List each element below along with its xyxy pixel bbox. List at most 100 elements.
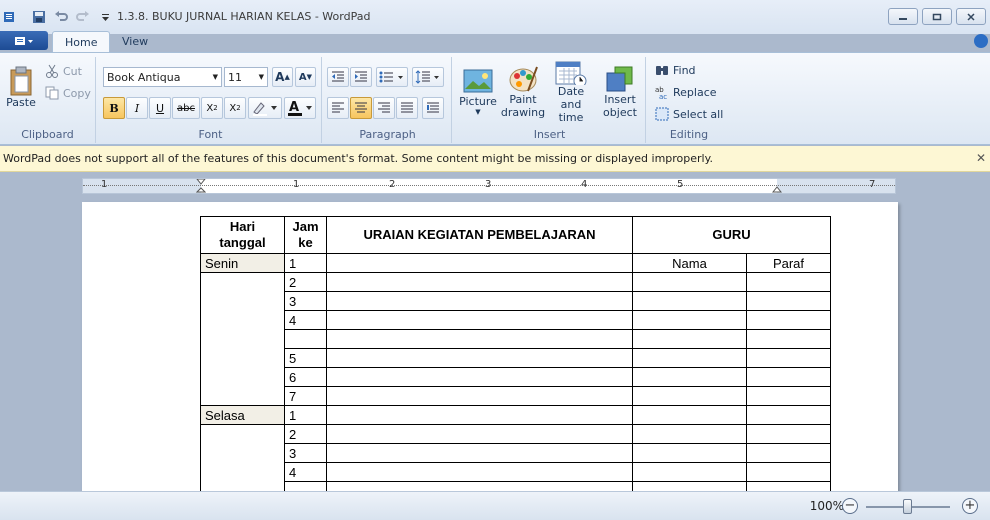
paraf-cell bbox=[746, 310, 831, 330]
align-right-icon[interactable] bbox=[373, 97, 395, 119]
tab-home[interactable]: Home bbox=[52, 31, 111, 52]
select-all-icon bbox=[655, 107, 669, 121]
justify-icon[interactable] bbox=[396, 97, 418, 119]
calendar-clock-icon bbox=[555, 61, 587, 85]
ribbon-tabs: Home View bbox=[0, 30, 990, 52]
picture-button[interactable]: Picture ▼ bbox=[456, 59, 500, 125]
ruler-mark: 2 bbox=[389, 179, 396, 190]
compatibility-infobar: WordPad does not support all of the feat… bbox=[0, 146, 990, 172]
grow-font-icon[interactable]: A ▲ bbox=[272, 67, 293, 87]
jam-cell: 7 bbox=[284, 386, 327, 406]
minimize-button[interactable] bbox=[888, 8, 918, 25]
bullets-icon[interactable] bbox=[376, 67, 408, 87]
find-button[interactable]: Find bbox=[654, 61, 697, 79]
chevron-down-icon: ▼ bbox=[475, 107, 481, 116]
close-icon[interactable]: ✕ bbox=[976, 151, 986, 165]
insert-group: Picture ▼ Paint drawing Date and time In… bbox=[454, 57, 646, 143]
highlighter-icon bbox=[253, 102, 277, 116]
jam-cell: 2 bbox=[284, 272, 327, 292]
chevron-down-icon: ▼ bbox=[212, 73, 218, 81]
quick-access-toolbar bbox=[0, 8, 118, 26]
paragraph-group-label: Paragraph bbox=[359, 128, 416, 141]
line-spacing-icon[interactable] bbox=[412, 67, 444, 87]
nama-cell bbox=[632, 424, 747, 444]
zoom-in-button[interactable]: + bbox=[962, 498, 978, 514]
jam-cell bbox=[284, 481, 327, 491]
text-color-icon: A bbox=[288, 100, 312, 116]
customize-toolbar-icon[interactable] bbox=[96, 8, 114, 26]
nama-cell bbox=[632, 462, 747, 482]
paraf-cell bbox=[746, 462, 831, 482]
maximize-button[interactable] bbox=[922, 8, 952, 25]
binoculars-icon bbox=[656, 66, 668, 75]
copy-button[interactable]: Copy bbox=[44, 85, 92, 101]
paragraph-settings-icon[interactable] bbox=[422, 97, 444, 119]
ruler-mark: 1 bbox=[101, 179, 108, 190]
day-span-cell bbox=[200, 272, 285, 406]
font-group: Book Antiqua ▼ 11 ▼ A ▲ A ▼ B I U abc X2 X2 … bbox=[100, 57, 322, 143]
help-icon[interactable] bbox=[974, 34, 988, 48]
day-cell: Selasa bbox=[200, 405, 285, 425]
date-time-button[interactable]: Date and time bbox=[546, 59, 596, 125]
select-all-button[interactable]: Select all bbox=[654, 105, 724, 123]
indent-marker-icon[interactable] bbox=[196, 179, 206, 195]
svg-text:A: A bbox=[289, 100, 299, 115]
subscript-button[interactable]: X2 bbox=[201, 97, 223, 119]
cut-button[interactable]: Cut bbox=[44, 63, 83, 79]
superscript-button[interactable]: X2 bbox=[224, 97, 246, 119]
scissors-icon bbox=[46, 64, 58, 78]
application-menu-button[interactable] bbox=[0, 31, 48, 50]
editing-group: Find ab ac Replace Select all Editing bbox=[648, 57, 730, 143]
align-left-icon[interactable] bbox=[327, 97, 349, 119]
uraian-cell bbox=[326, 462, 633, 482]
paint-drawing-button[interactable]: Paint drawing bbox=[501, 59, 545, 125]
header-paraf: Paraf bbox=[746, 253, 831, 273]
text-color-button[interactable]: A bbox=[284, 97, 316, 119]
save-icon[interactable] bbox=[30, 8, 48, 26]
shrink-font-icon[interactable]: A ▼ bbox=[295, 67, 316, 87]
undo-icon[interactable] bbox=[52, 8, 70, 26]
status-bar: 100% − + bbox=[0, 491, 990, 520]
increase-indent-icon[interactable] bbox=[350, 67, 372, 87]
jam-cell: 6 bbox=[284, 367, 327, 387]
replace-button[interactable]: ab ac Replace bbox=[654, 83, 718, 101]
jam-cell: 1 bbox=[284, 253, 327, 273]
clipboard-group-label: Clipboard bbox=[21, 128, 74, 141]
document-area[interactable]: Hari tanggal Jam ke URAIAN KEGIATAN PEMB… bbox=[0, 196, 990, 491]
title-bar: 1.3.8. BUKU JURNAL HARIAN KELAS - WordPa… bbox=[0, 0, 990, 34]
right-indent-marker-icon[interactable] bbox=[772, 186, 782, 194]
uraian-cell bbox=[326, 367, 633, 387]
underline-button[interactable]: U bbox=[149, 97, 171, 119]
font-family-select[interactable]: Book Antiqua ▼ bbox=[103, 67, 222, 87]
strikethrough-button[interactable]: abc bbox=[172, 97, 200, 119]
align-center-icon[interactable] bbox=[350, 97, 372, 119]
uraian-cell bbox=[326, 481, 633, 491]
uraian-cell bbox=[326, 272, 633, 292]
ribbon: Paste Cut Copy Clipboard Book Antiqua ▼ 1… bbox=[0, 52, 990, 145]
decrease-indent-icon[interactable] bbox=[327, 67, 349, 87]
chevron-down-icon: ▼ bbox=[258, 73, 264, 81]
ruler[interactable]: 1 1 2 3 4 5 7 bbox=[82, 178, 896, 194]
bold-button[interactable]: B bbox=[103, 97, 125, 119]
jam-cell: 5 bbox=[284, 348, 327, 368]
document-page[interactable]: Hari tanggal Jam ke URAIAN KEGIATAN PEMB… bbox=[82, 202, 898, 491]
paste-button[interactable]: Paste bbox=[2, 59, 40, 115]
app-menu-icon[interactable] bbox=[0, 8, 18, 26]
close-button[interactable] bbox=[956, 8, 986, 25]
zoom-slider-thumb[interactable] bbox=[903, 499, 912, 514]
ruler-mark: 5 bbox=[677, 179, 684, 190]
zoom-out-button[interactable]: − bbox=[842, 498, 858, 514]
header-nama: Nama bbox=[632, 253, 747, 273]
font-size-select[interactable]: 11 ▼ bbox=[224, 67, 268, 87]
zoom-level: 100% bbox=[809, 499, 844, 513]
jam-cell: 3 bbox=[284, 443, 327, 463]
insert-object-button[interactable]: Insert object bbox=[598, 59, 642, 125]
italic-button[interactable]: I bbox=[126, 97, 148, 119]
highlight-color-button[interactable] bbox=[248, 97, 282, 119]
tab-view[interactable]: View bbox=[110, 31, 160, 52]
redo-icon[interactable] bbox=[74, 8, 92, 26]
paraf-cell bbox=[746, 348, 831, 368]
window-controls bbox=[884, 8, 986, 25]
uraian-cell bbox=[326, 405, 633, 425]
nama-cell bbox=[632, 348, 747, 368]
